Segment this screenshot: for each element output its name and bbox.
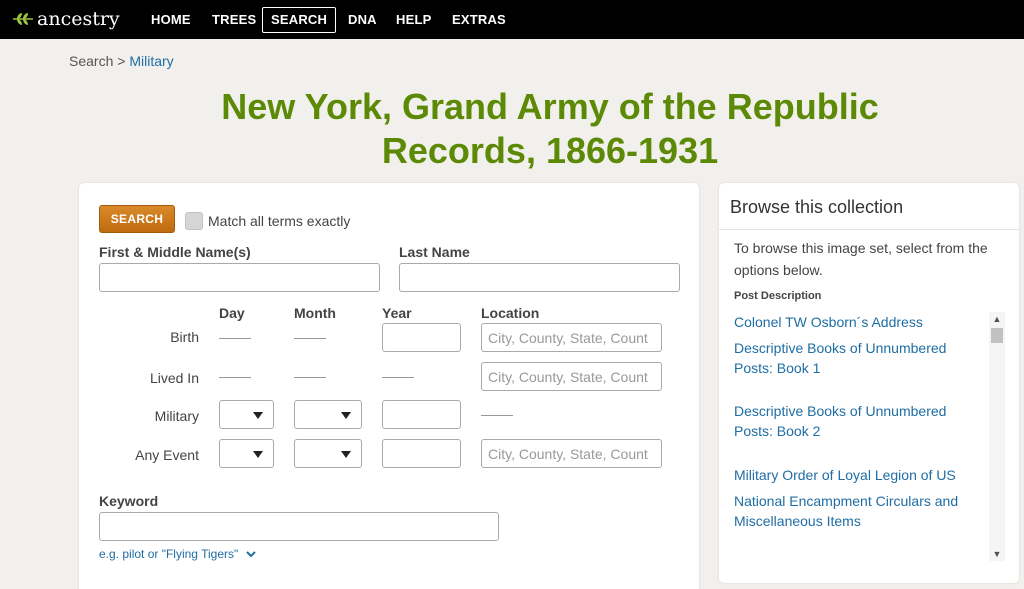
scroll-down-icon[interactable]: ▼ — [989, 547, 1005, 561]
lived-in-day-na — [219, 377, 251, 378]
last-name-input[interactable] — [399, 263, 680, 292]
birth-month-na — [294, 338, 326, 339]
chevron-down-icon — [253, 451, 263, 458]
lived-in-year-na — [382, 377, 414, 378]
match-exact-label: Match all terms exactly — [208, 213, 351, 229]
browse-list-scrollbar[interactable]: ▲ ▼ — [989, 312, 1005, 561]
page-title-line-1: New York, Grand Army of the Republic — [221, 86, 879, 127]
any-event-month-select[interactable] — [294, 439, 362, 468]
any-event-day-select[interactable] — [219, 439, 274, 468]
chevron-down-icon — [341, 451, 351, 458]
first-name-label: First & Middle Name(s) — [99, 244, 251, 260]
birth-day-na — [219, 338, 251, 339]
breadcrumb: Search > Military — [69, 53, 174, 69]
nav-trees[interactable]: TREES — [203, 7, 265, 33]
nav-extras[interactable]: EXTRAS — [443, 7, 515, 33]
keyword-label: Keyword — [99, 493, 159, 509]
breadcrumb-search[interactable]: Search — [69, 53, 113, 69]
nav-search[interactable]: SEARCH — [262, 7, 337, 33]
logo-text: ancestry — [37, 8, 120, 30]
lived-in-row-label: Lived In — [149, 370, 199, 386]
keyword-input[interactable] — [99, 512, 499, 541]
month-column-label: Month — [294, 305, 336, 321]
chevron-down-icon — [253, 412, 263, 419]
browse-item[interactable]: Colonel TW Osborn´s Address — [734, 313, 923, 333]
keyword-hint-toggle[interactable]: e.g. pilot or "Flying Tigers" — [99, 547, 256, 561]
browse-item[interactable]: Descriptive Books of Unnumbered Posts: B… — [734, 402, 986, 441]
military-day-select[interactable] — [219, 400, 274, 429]
post-description-list: Colonel TW Osborn´s Address Descriptive … — [734, 313, 986, 561]
browse-intro: To browse this image set, select from th… — [734, 240, 988, 278]
leaf-logo-icon — [13, 13, 33, 25]
search-button[interactable]: SEARCH — [99, 205, 175, 233]
military-month-select[interactable] — [294, 400, 362, 429]
top-nav: ancestry HOME TREES SEARCH DNA HELP EXTR… — [0, 0, 1024, 39]
any-event-row-label: Any Event — [135, 447, 199, 463]
ancestry-logo[interactable]: ancestry — [12, 8, 120, 30]
any-event-location-input[interactable] — [481, 439, 662, 468]
breadcrumb-separator: > — [117, 53, 126, 69]
day-column-label: Day — [219, 305, 245, 321]
any-event-year-input[interactable] — [382, 439, 461, 468]
scroll-up-icon[interactable]: ▲ — [989, 312, 1005, 326]
first-name-input[interactable] — [99, 263, 380, 292]
chevron-down-icon — [341, 412, 351, 419]
military-location-na — [481, 415, 513, 416]
chevron-down-icon — [246, 550, 256, 557]
last-name-label: Last Name — [399, 244, 470, 260]
match-exact-checkbox[interactable] — [185, 212, 203, 230]
browse-title: Browse this collection — [730, 197, 904, 217]
browse-item[interactable]: Descriptive Books of Unnumbered Posts: B… — [734, 339, 986, 378]
page-title: New York, Grand Army of the Republic Rec… — [0, 85, 1024, 173]
birth-location-input[interactable] — [481, 323, 662, 352]
nav-dna[interactable]: DNA — [339, 7, 386, 33]
browse-item[interactable]: National Encampment Circulars and Miscel… — [734, 492, 986, 531]
military-year-input[interactable] — [382, 400, 461, 429]
nav-help[interactable]: HELP — [387, 7, 440, 33]
scroll-thumb[interactable] — [991, 328, 1003, 343]
browse-item[interactable]: Military Order of Loyal Legion of US — [734, 466, 956, 486]
keyword-hint-text: e.g. pilot or "Flying Tigers" — [99, 547, 239, 561]
nav-home[interactable]: HOME — [142, 7, 200, 33]
lived-in-location-input[interactable] — [481, 362, 662, 391]
location-column-label: Location — [481, 305, 540, 321]
page-title-line-2: Records, 1866-1931 — [381, 130, 719, 171]
military-row-label: Military — [154, 408, 199, 424]
post-description-heading: Post Description — [734, 290, 822, 302]
lived-in-month-na — [294, 377, 326, 378]
birth-year-input[interactable] — [382, 323, 461, 352]
breadcrumb-military[interactable]: Military — [129, 53, 173, 69]
browse-divider — [719, 229, 1019, 230]
year-column-label: Year — [382, 305, 412, 321]
birth-row-label: Birth — [170, 329, 199, 345]
